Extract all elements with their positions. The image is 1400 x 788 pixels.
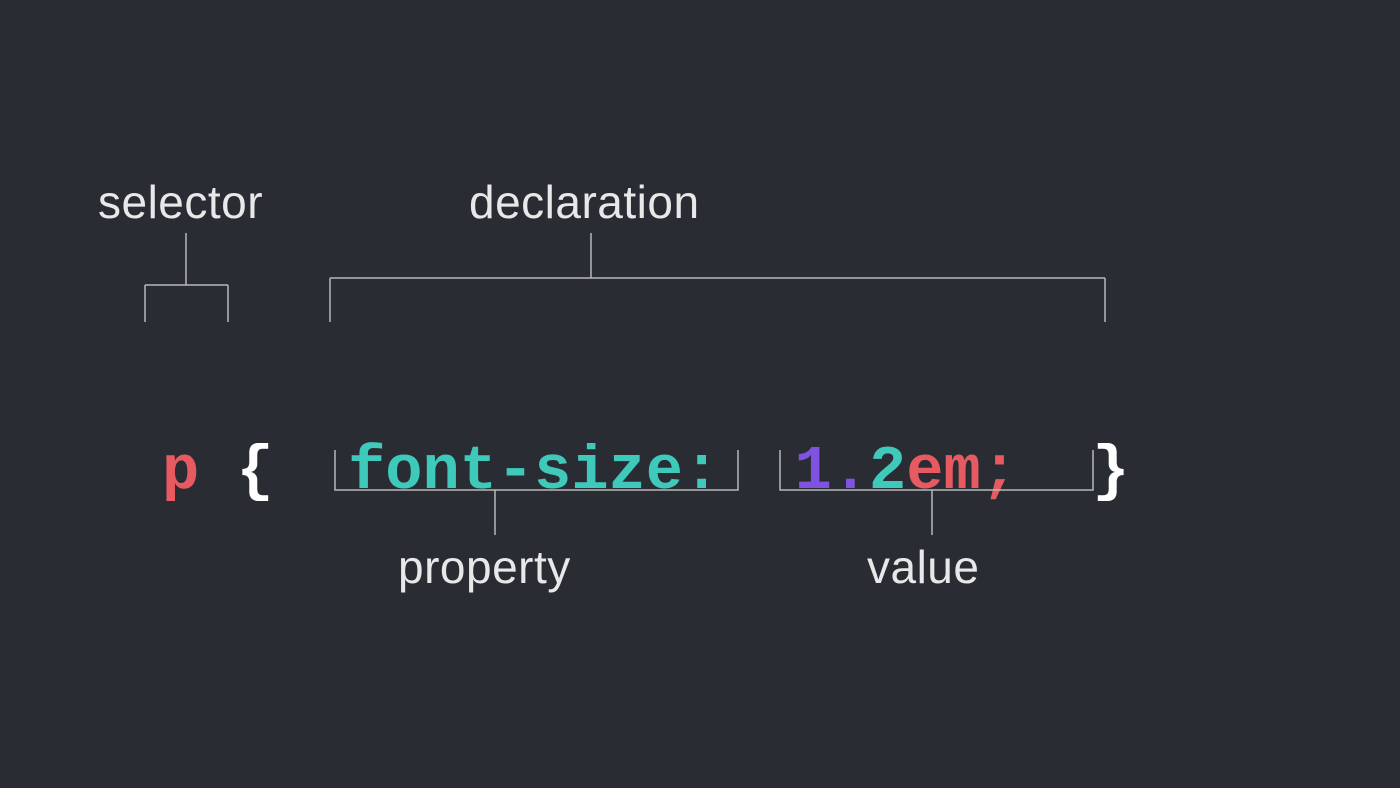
token-selector: p bbox=[162, 436, 199, 507]
token-semicolon: ; bbox=[981, 436, 1018, 507]
bracket-declaration bbox=[330, 233, 1105, 322]
token-value-1: 1 bbox=[795, 436, 832, 507]
token-brace-open: { bbox=[236, 436, 273, 507]
token-property: font-size bbox=[348, 436, 683, 507]
bracket-selector bbox=[145, 233, 228, 322]
token-value-dot: . bbox=[832, 436, 869, 507]
label-declaration: declaration bbox=[469, 175, 700, 229]
token-colon: : bbox=[683, 436, 720, 507]
label-value: value bbox=[867, 540, 979, 594]
token-value-2: 2 bbox=[869, 436, 906, 507]
label-selector: selector bbox=[98, 175, 263, 229]
token-value-unit: em bbox=[906, 436, 980, 507]
token-brace-close: } bbox=[1092, 436, 1129, 507]
label-property: property bbox=[398, 540, 571, 594]
css-code-line: p { font-size: 1.2em; } bbox=[162, 365, 1130, 507]
